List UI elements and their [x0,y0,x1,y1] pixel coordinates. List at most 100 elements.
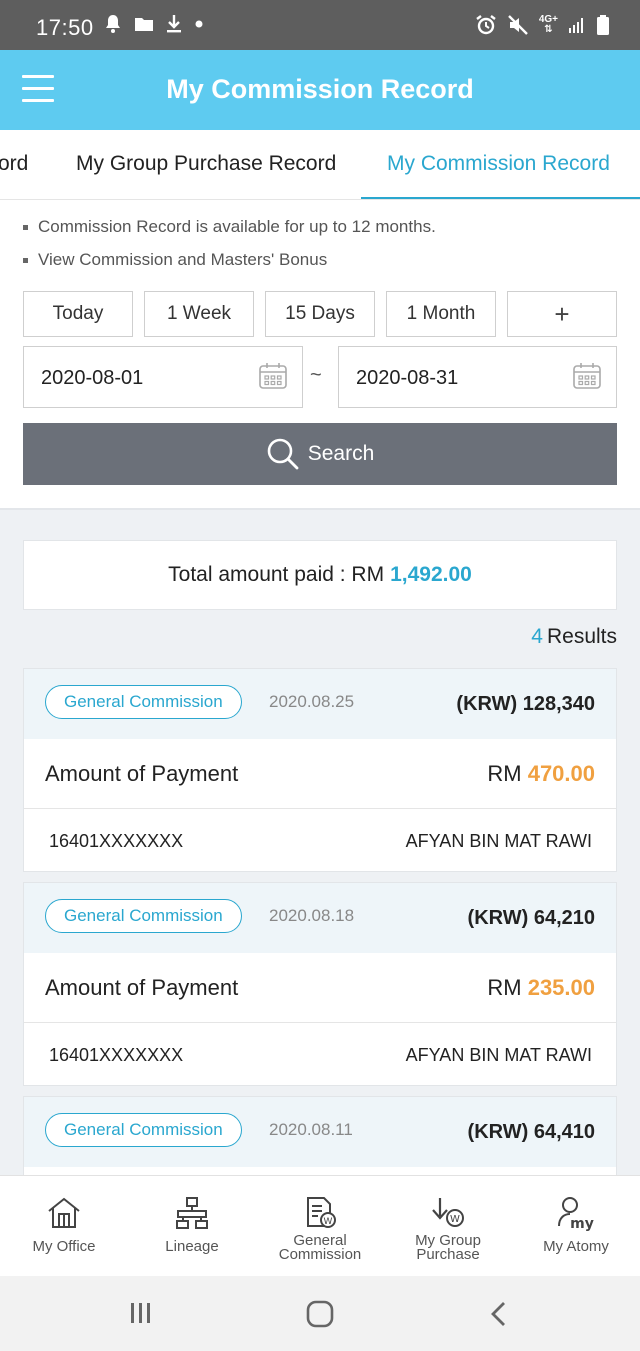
bullet-icon [23,257,28,263]
payment-label: Amount of Payment [45,761,239,786]
commission-record-card[interactable]: General Commission 2020.08.25 (KRW) 128,… [23,668,617,872]
network-label: 4G+ [538,14,558,25]
commission-record-card[interactable]: General Commission 2020.08.11 (KRW) 64,4… [23,1096,617,1176]
nav-label: General Commission [278,1232,362,1263]
record-date: 2020.08.11 [269,1120,353,1139]
start-date-value: 2020-08-01 [41,367,144,389]
alarm-icon [476,15,496,35]
user-my-icon: my [558,1197,594,1232]
calendar-icon[interactable] [258,361,288,391]
commission-record-card[interactable]: General Commission 2020.08.18 (KRW) 64,2… [23,882,617,1086]
status-bar: 17:50 4G+ ⇅ [0,0,640,50]
one-week-button[interactable]: 1 Week [144,291,254,337]
battery-icon [597,15,609,35]
results-number: 4 [531,625,543,648]
app-bar: My Commission Record [0,50,640,130]
note-item: Commission Record is available for up to… [23,217,436,237]
bullet-icon [23,224,28,230]
nav-my-atomy[interactable]: my My Atomy [512,1176,640,1276]
date-separator: ~ [310,364,322,386]
folder-icon [135,18,153,31]
member-id: 16401XXXXXXX [49,831,184,851]
notes: Commission Record is available for up to… [23,217,436,283]
record-krw-amount: (KRW) 64,410 [467,1121,595,1143]
end-date-field[interactable]: 2020-08-31 [338,346,617,408]
home-icon [48,1197,80,1228]
tab-group-purchase-record[interactable]: My Group Purchase Record [76,152,336,176]
record-date: 2020.08.18 [269,906,355,925]
page-title: My Commission Record [166,74,474,104]
note-item: View Commission and Masters' Bonus [23,250,436,270]
today-button[interactable]: Today [23,291,133,337]
home-button-icon[interactable] [306,1300,334,1328]
payment-row: Amount of Payment RM 470.00 [24,739,616,809]
more-period-button[interactable]: + [507,291,617,337]
search-button[interactable]: Search [23,423,617,485]
tab-previous-record[interactable]: ord [0,152,28,176]
member-name: AFYAN BIN MAT RAWI [405,1045,592,1065]
currency-label: RM [487,761,522,786]
payment-value: 470.00 [527,761,595,786]
filter-panel: Commission Record is available for up to… [0,200,640,510]
date-range: 2020-08-01 ~ 2020-08-31 [23,346,617,408]
mute-icon [507,15,528,35]
tab-bar: ord My Group Purchase Record My Commissi… [0,130,640,200]
currency-label: RM [487,975,522,1000]
total-value: 1,492.00 [390,563,472,586]
calendar-icon[interactable] [572,361,602,391]
document-won-icon: W [307,1197,336,1228]
payment-amount: RM 235.00 [487,975,595,1001]
search-icon [267,438,299,470]
results-label: Results [546,625,617,648]
nav-my-group-purchase[interactable]: W My Group Purchase [384,1176,512,1276]
search-label: Search [307,442,375,465]
record-header: General Commission 2020.08.25 (KRW) 128,… [24,669,616,739]
back-icon[interactable] [488,1300,510,1328]
commission-type-badge[interactable]: General Commission [45,1113,242,1147]
icon-text: my [570,1216,594,1232]
recent-apps-icon[interactable] [128,1300,154,1326]
nav-label: Lineage [165,1238,219,1255]
network-4g-icon: 4G+ ⇅ [538,14,558,35]
commission-type-badge[interactable]: General Commission [45,685,242,719]
status-time: 17:50 [36,15,94,40]
record-krw-amount: (KRW) 128,340 [456,693,595,715]
download-won-icon: W [432,1198,464,1227]
record-date: 2020.08.25 [269,692,355,711]
record-header: General Commission 2020.08.11 (KRW) 64,4… [24,1097,616,1167]
nav-label: My Atomy [543,1238,609,1255]
member-row: 16401XXXXXXX AFYAN BIN MAT RAWI [24,809,616,871]
results-count: 4 Results [531,625,617,649]
one-month-button[interactable]: 1 Month [386,291,496,337]
fifteen-days-button[interactable]: 15 Days [265,291,375,337]
total-label: Total amount paid : RM [168,563,385,586]
bottom-navigation: My Office Lineage W General Commission W … [0,1175,640,1276]
svg-text:W: W [324,1217,333,1227]
payment-row: Amount of Payment RM 235.00 [24,953,616,1023]
end-date-value: 2020-08-31 [356,367,459,389]
download-icon [167,15,181,33]
member-name: AFYAN BIN MAT RAWI [405,831,592,851]
nav-my-office[interactable]: My Office [0,1176,128,1276]
nav-lineage[interactable]: Lineage [128,1176,256,1276]
nav-general-commission[interactable]: W General Commission [256,1176,384,1276]
signal-icon [569,18,583,33]
total-amount-box: Total amount paid : RM 1,492.00 [23,540,617,610]
dot-icon [195,20,203,28]
start-date-field[interactable]: 2020-08-01 [23,346,303,408]
note-text: Commission Record is available for up to… [38,217,436,236]
org-chart-icon [176,1197,208,1229]
period-buttons: Today 1 Week 15 Days 1 Month + [23,291,617,337]
payment-value: 235.00 [527,975,595,1000]
member-id: 16401XXXXXXX [49,1045,184,1065]
payment-amount: RM 470.00 [487,761,595,787]
commission-type-badge[interactable]: General Commission [45,899,242,933]
member-row: 16401XXXXXXX AFYAN BIN MAT RAWI [24,1023,616,1085]
bell-icon [106,15,120,33]
record-krw-amount: (KRW) 64,210 [467,907,595,929]
nav-label: My Group Purchase [415,1232,481,1263]
note-text: View Commission and Masters' Bonus [38,250,328,269]
system-nav-bar [0,1276,640,1351]
tab-commission-record[interactable]: My Commission Record [387,152,610,176]
nav-label: My Office [32,1238,96,1255]
